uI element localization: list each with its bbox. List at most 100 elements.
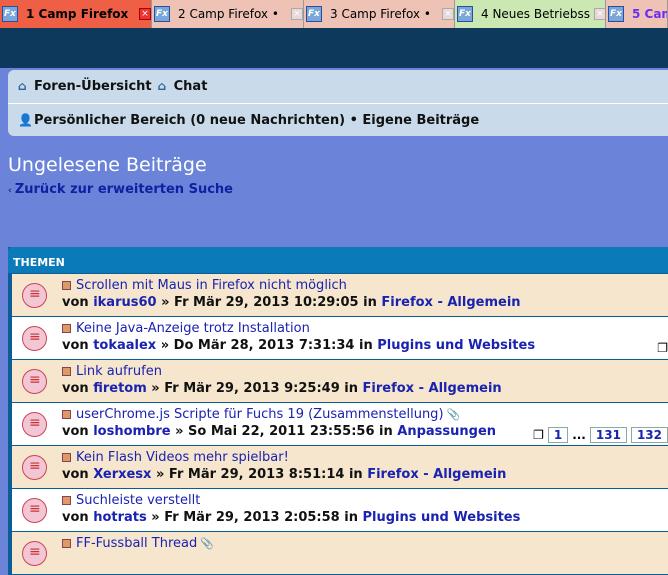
- in-label: in: [344, 510, 358, 525]
- forum-index-link[interactable]: Foren-Übersicht: [34, 79, 152, 94]
- user-icon: 👤: [18, 112, 33, 127]
- topic-title-link[interactable]: Suchleiste verstellt: [76, 493, 200, 508]
- tab-label: 2 Camp Firefox •: [178, 7, 279, 21]
- tab-label: 5 Camp Firefox: [632, 7, 667, 21]
- chat-link[interactable]: Chat: [174, 79, 208, 94]
- personal-area-link[interactable]: Persönlicher Bereich (0 neue Nachrichten…: [34, 113, 479, 128]
- back-link[interactable]: ‹ Zurück zur erweiterten Suche: [8, 182, 233, 197]
- table-header: THEMEN: [8, 247, 668, 273]
- author-link[interactable]: loshombre: [93, 424, 170, 439]
- tab-1[interactable]: Fx 1 Camp Firefox ×: [0, 0, 152, 28]
- forum-link[interactable]: Plugins und Websites: [363, 510, 521, 525]
- by-label: von: [62, 295, 89, 310]
- firefox-icon: Fx: [306, 6, 322, 22]
- tab-2[interactable]: Fx 2 Camp Firefox • ×: [152, 0, 304, 28]
- table-row: userChrome.js Scripte für Fuchs 19 (Zusa…: [12, 403, 668, 445]
- topic-meta: von ikarus60 » Fr Mär 29, 2013 10:29:05 …: [62, 295, 668, 310]
- close-tab-icon[interactable]: ×: [139, 8, 151, 20]
- tab-bar: Fx 1 Camp Firefox × Fx 2 Camp Firefox • × Fx 3 …: [0, 0, 668, 28]
- new-post-icon[interactable]: [62, 281, 71, 290]
- topic-title-link[interactable]: Keine Java-Anzeige trotz Installation: [76, 321, 310, 336]
- table-row: Scrollen mit Maus in Firefox nicht mögli…: [12, 274, 668, 316]
- pages-icon: ❐: [533, 428, 544, 442]
- pagination: ❐ 1... 131 132: [533, 427, 668, 443]
- post-date: » Fr Mär 29, 2013 9:25:49: [151, 381, 340, 396]
- topic-title-link[interactable]: userChrome.js Scripte für Fuchs 19 (Zusa…: [76, 407, 444, 422]
- author-link[interactable]: Xerxesx: [93, 467, 151, 482]
- topic-unread-icon: [22, 541, 47, 566]
- new-post-icon[interactable]: [62, 324, 71, 333]
- forum-link[interactable]: Firefox - Allgemein: [367, 467, 506, 482]
- forum-link[interactable]: Firefox - Allgemein: [381, 295, 520, 310]
- forum-link[interactable]: Plugins und Websites: [377, 338, 535, 353]
- page-link[interactable]: 132: [630, 427, 668, 443]
- pagination: ❐: [657, 341, 668, 355]
- back-link-label: Zurück zur erweiterten Suche: [14, 182, 233, 197]
- close-tab-icon[interactable]: ×: [291, 8, 303, 20]
- firefox-icon: Fx: [457, 6, 473, 22]
- firefox-icon: Fx: [608, 6, 624, 22]
- close-tab-icon[interactable]: ×: [442, 8, 454, 20]
- by-label: von: [62, 510, 89, 525]
- page-link[interactable]: 1: [547, 427, 569, 443]
- post-date: » Fr Mär 29, 2013 10:29:05: [161, 295, 359, 310]
- new-post-icon[interactable]: [62, 496, 71, 505]
- topic-title-link[interactable]: Link aufrufen: [76, 364, 162, 379]
- in-label: in: [363, 295, 377, 310]
- topic-unread-icon: [22, 455, 47, 480]
- page-link[interactable]: 131: [589, 427, 627, 443]
- topic-meta: von hotrats » Fr Mär 29, 2013 2:05:58 in…: [62, 510, 668, 525]
- forum-link[interactable]: Firefox - Allgemein: [363, 381, 502, 396]
- topic-unread-icon: [22, 369, 47, 394]
- forum-link[interactable]: Anpassungen: [397, 424, 496, 439]
- topics-table: THEMEN Scrollen mit Maus in Firefox nich…: [8, 247, 668, 575]
- author-link[interactable]: tokaalex: [93, 338, 156, 353]
- pagination-ellipsis: ...: [572, 428, 586, 442]
- post-date: » Fr Mär 29, 2013 8:51:14: [155, 467, 345, 482]
- post-date: » Do Mär 28, 2013 7:31:34: [160, 338, 355, 353]
- table-row: Link aufrufen von firetom » Fr Mär 29, 20…: [12, 360, 668, 402]
- attachment-icon: 📎: [446, 408, 461, 421]
- topic-meta: von tokaalex » Do Mär 28, 2013 7:31:34 i…: [62, 338, 668, 353]
- by-label: von: [62, 467, 89, 482]
- topic-unread-icon: [22, 326, 47, 351]
- by-label: von: [62, 424, 89, 439]
- tab-label: 4 Neues Betriebss: [481, 7, 590, 21]
- in-label: in: [344, 381, 358, 396]
- topic-unread-icon: [22, 498, 47, 523]
- attachment-icon: 📎: [200, 537, 214, 550]
- author-link[interactable]: hotrats: [93, 510, 147, 525]
- topic-title-link[interactable]: Scrollen mit Maus in Firefox nicht mögli…: [76, 278, 347, 293]
- firefox-icon: Fx: [2, 6, 18, 22]
- table-row: Suchleiste verstellt von hotrats » Fr Mär…: [12, 489, 668, 531]
- author-link[interactable]: ikarus60: [93, 295, 156, 310]
- close-tab-icon[interactable]: ×: [593, 8, 605, 20]
- tab-3[interactable]: Fx 3 Camp Firefox • ×: [304, 0, 455, 28]
- new-post-icon[interactable]: [62, 453, 71, 462]
- topic-unread-icon: [22, 283, 47, 308]
- in-label: in: [358, 338, 373, 353]
- topic-meta: von firetom » Fr Mär 29, 2013 9:25:49 in…: [62, 381, 668, 396]
- home-icon: ⌂: [157, 79, 167, 93]
- in-label: in: [379, 424, 393, 439]
- by-label: von: [62, 381, 89, 396]
- header-band: [0, 28, 668, 68]
- new-post-icon[interactable]: [62, 410, 71, 419]
- author-link[interactable]: firetom: [93, 381, 147, 396]
- by-label: von: [62, 338, 89, 353]
- table-row: FF-Fussball Thread📎: [12, 532, 668, 574]
- tab-label: 1 Camp Firefox: [26, 7, 129, 21]
- tab-4[interactable]: Fx 4 Neues Betriebss ×: [455, 0, 606, 28]
- topic-title-link[interactable]: FF-Fussball Thread: [76, 536, 197, 551]
- nav-box: ⌂ Foren-Übersicht ⌂ Chat 👤 Persönlicher Ber…: [8, 70, 668, 136]
- post-date: » So Mai 22, 2011 23:55:56: [175, 424, 375, 439]
- topic-meta: von Xerxesx » Fr Mär 29, 2013 8:51:14 in…: [62, 467, 668, 482]
- topic-title-link[interactable]: Kein Flash Videos mehr spielbar!: [76, 450, 289, 465]
- tab-5[interactable]: Fx 5 Camp Firefox: [606, 0, 668, 28]
- tab-label: 3 Camp Firefox •: [330, 7, 431, 21]
- home-icon: ⌂: [18, 79, 27, 93]
- new-post-icon[interactable]: [62, 367, 71, 376]
- post-date: » Fr Mär 29, 2013 2:05:58: [151, 510, 340, 525]
- table-row: Kein Flash Videos mehr spielbar! von Xerx…: [12, 446, 668, 488]
- topic-unread-icon: [22, 412, 47, 437]
